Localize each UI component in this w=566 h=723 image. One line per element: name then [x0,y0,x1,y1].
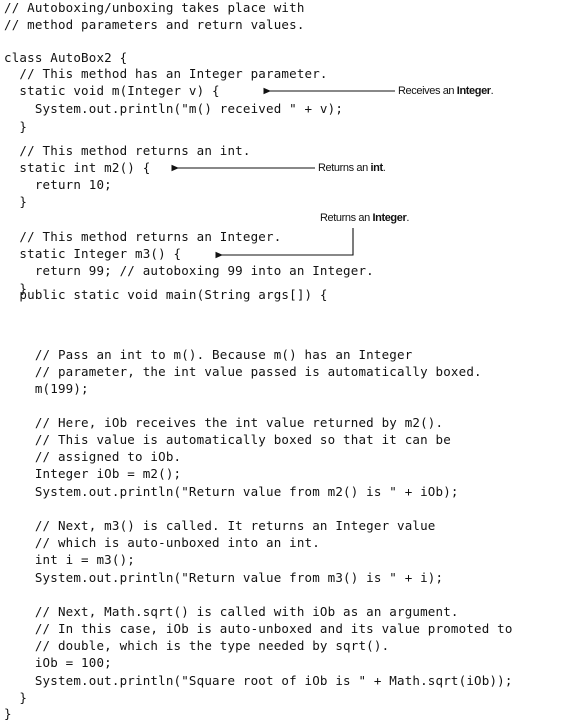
code-line: // Autoboxing/unboxing takes place with [4,0,305,15]
callout-suffix: . [490,85,494,97]
code-line: // Here, iOb receives the int value retu… [4,415,444,430]
code-line: static int m2() { [4,160,151,175]
callout-type: int [370,162,383,174]
code-line: m(199); [4,381,89,396]
code-line: static Integer m3() { [4,246,182,261]
receives-integer-callout: Receives an Integer. [398,85,494,98]
code-line: // Next, Math.sqrt() is called with iOb … [4,604,459,619]
returns-integer-callout: Returns an Integer. [320,212,409,225]
callout-type: Integer [372,212,407,224]
code-line: System.out.println("Return value from m3… [4,570,444,585]
callout-type: Integer [456,85,491,97]
code-line: // double, which is the type needed by s… [4,638,390,653]
callout-prefix: Receives an [398,85,457,97]
code-line: } [4,690,28,705]
code-line: System.out.println("Return value from m2… [4,484,459,499]
code-line: // Next, m3() is called. It returns an I… [4,518,436,533]
code-line: // Pass an int to m(). Because m() has a… [4,347,413,362]
code-line: // method parameters and return values. [4,17,305,32]
code-line: // parameter, the int value passed is au… [4,364,482,379]
callout-prefix: Returns an [318,162,371,174]
code-line: // This method has an Integer parameter. [4,66,328,81]
code-figure: // Autoboxing/unboxing takes place with /… [0,0,566,723]
code-line: } [4,119,28,134]
callout-suffix: . [382,162,386,174]
code-line: return 99; // autoboxing 99 into an Inte… [4,263,374,278]
code-line: static void m(Integer v) { [4,83,220,98]
code-line: // which is auto-unboxed into an int. [4,535,320,550]
code-line: // This method returns an int. [4,143,251,158]
code-line: class AutoBox2 { [4,50,128,65]
returns-int-callout: Returns an int. [318,162,386,175]
code-line: // In this case, iOb is auto-unboxed and… [4,621,513,636]
code-line: // assigned to iOb. [4,449,182,464]
code-line: int i = m3(); [4,552,135,567]
callout-suffix: . [406,212,409,224]
code-line: iOb = 100; [4,655,112,670]
code-line: // This method returns an Integer. [4,229,282,244]
code-line: return 10; [4,177,112,192]
code-line: // This value is automatically boxed so … [4,432,451,447]
code-line: } [4,194,28,209]
callout-prefix: Returns an [320,212,373,224]
code-line: System.out.println("Square root of iOb i… [4,673,513,688]
code-line: } [4,706,12,721]
code-line: public static void main(String args[]) { [4,287,328,302]
code-line: System.out.println("m() received " + v); [4,101,344,116]
code-line: Integer iOb = m2(); [4,466,182,481]
